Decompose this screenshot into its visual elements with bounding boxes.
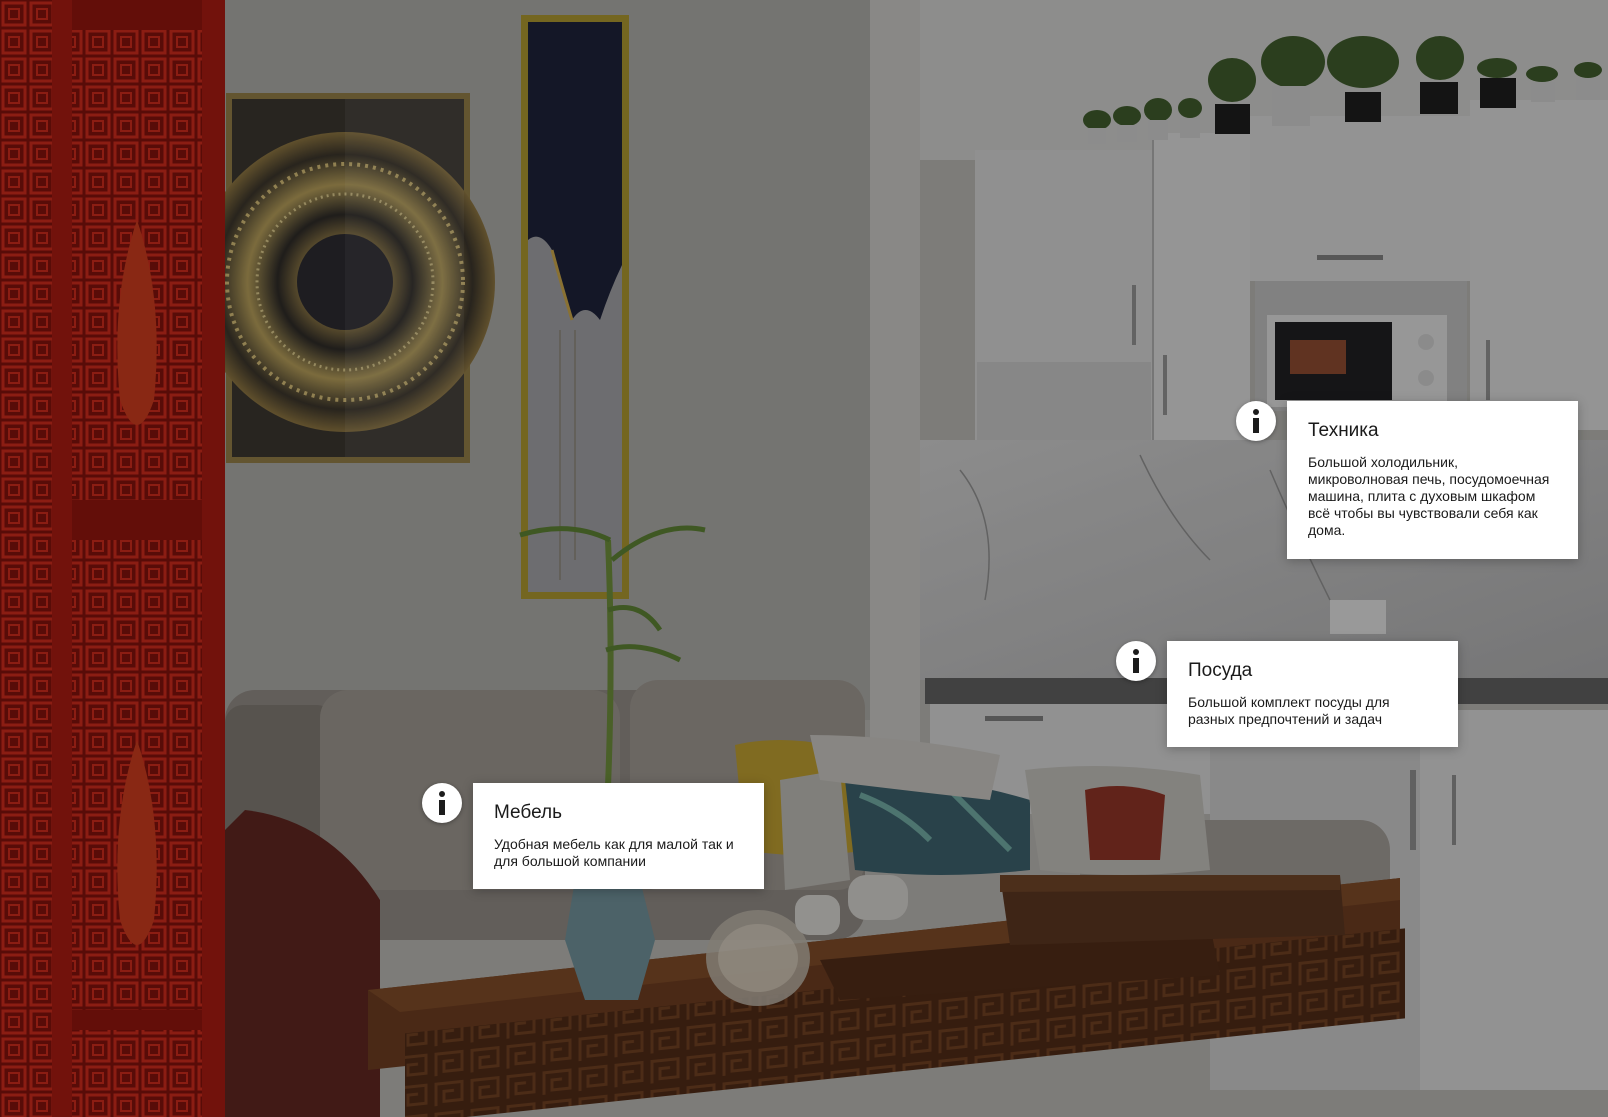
info-button-dishes[interactable] bbox=[1116, 641, 1156, 681]
tooltip-title: Посуда bbox=[1188, 660, 1253, 681]
tooltip-text: Большой комплект посуды для разных предп… bbox=[1188, 694, 1390, 727]
tooltip-tech: Техника Большой холодильник, микроволнов… bbox=[1287, 401, 1578, 559]
tooltip-text: Большой холодильник, микроволновая печь,… bbox=[1308, 454, 1550, 538]
info-icon bbox=[439, 791, 445, 797]
info-button-tech[interactable] bbox=[1236, 401, 1276, 441]
tooltip-furniture: Мебель Удобная мебель как для малой так … bbox=[473, 783, 764, 889]
info-icon bbox=[1133, 649, 1139, 655]
tooltip-title: Мебель bbox=[494, 802, 562, 823]
tooltip-title: Техника bbox=[1308, 420, 1379, 441]
info-button-furniture[interactable] bbox=[422, 783, 462, 823]
tooltip-dishes: Посуда Большой комплект посуды для разны… bbox=[1167, 641, 1458, 747]
info-icon bbox=[1253, 409, 1259, 415]
tooltip-text: Удобная мебель как для малой так и для б… bbox=[494, 836, 734, 869]
